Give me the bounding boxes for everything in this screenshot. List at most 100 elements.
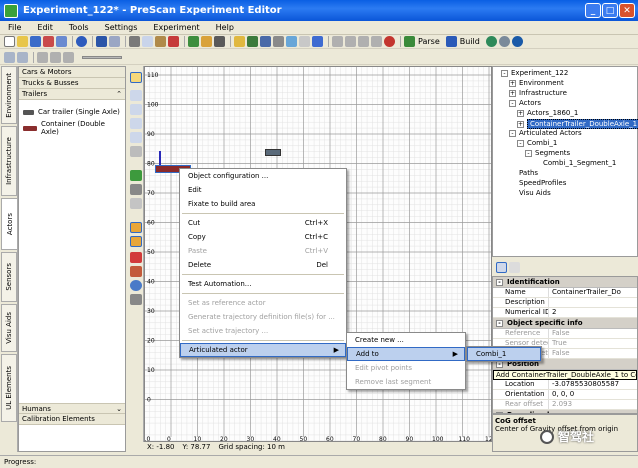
categorized-icon[interactable] bbox=[496, 261, 507, 273]
gray-4-icon[interactable] bbox=[371, 36, 382, 47]
tree-node[interactable]: - Articulated Actors bbox=[509, 129, 582, 137]
redo-icon[interactable] bbox=[109, 36, 120, 47]
zoom-in-icon[interactable] bbox=[130, 90, 142, 101]
menu-item[interactable]: Fixate to build area bbox=[180, 197, 346, 211]
globe-icon[interactable] bbox=[485, 36, 497, 47]
collapse-icon[interactable]: - bbox=[496, 278, 503, 286]
menu-experiment[interactable]: Experiment bbox=[145, 23, 207, 32]
open-icon[interactable] bbox=[17, 36, 28, 47]
pencil-icon[interactable] bbox=[234, 36, 245, 47]
gray-3-icon[interactable] bbox=[358, 36, 369, 47]
tree-node[interactable]: - Combi_1 bbox=[517, 139, 557, 147]
copy-icon[interactable] bbox=[142, 36, 153, 47]
new-icon[interactable] bbox=[4, 36, 15, 47]
marker-icon[interactable] bbox=[130, 252, 142, 263]
globe-tool-icon[interactable] bbox=[130, 280, 142, 291]
alphabetical-sort-icon[interactable] bbox=[509, 261, 520, 273]
property-section[interactable]: - Identification bbox=[493, 277, 637, 288]
stop-icon[interactable] bbox=[63, 51, 74, 63]
save-all-icon[interactable] bbox=[56, 36, 67, 47]
tab-infrastructure[interactable]: Infrastructure bbox=[1, 126, 17, 196]
view-icon[interactable] bbox=[286, 36, 297, 47]
expand-icon[interactable]: + bbox=[517, 109, 524, 117]
property-value[interactable] bbox=[549, 298, 637, 307]
collapse-icon[interactable]: - bbox=[509, 99, 516, 107]
property-value[interactable]: ContainerTrailer_Do bbox=[549, 288, 637, 297]
build-icon[interactable] bbox=[445, 36, 457, 47]
tab-actors[interactable]: Actors bbox=[1, 198, 17, 250]
property-row[interactable]: Name ContainerTrailer_Do bbox=[493, 288, 637, 298]
settings-icon[interactable] bbox=[214, 36, 225, 47]
tree-node[interactable]: Paths bbox=[509, 169, 538, 177]
delete-icon[interactable] bbox=[168, 36, 179, 47]
cloud-icon[interactable] bbox=[299, 36, 310, 47]
parse-icon[interactable] bbox=[404, 36, 415, 47]
tree-node[interactable]: Visu Aids bbox=[509, 189, 551, 197]
build-button[interactable]: Build bbox=[460, 37, 480, 46]
chevron-up-icon[interactable]: ⌃ bbox=[116, 89, 122, 99]
actor-car[interactable] bbox=[265, 149, 281, 156]
menu-item[interactable]: Copy Ctrl+C bbox=[180, 230, 346, 244]
category-cars[interactable]: Cars & Motors bbox=[19, 67, 125, 78]
category-humans[interactable]: Humans ⌄ bbox=[19, 403, 125, 414]
chart-icon[interactable] bbox=[247, 36, 258, 47]
menu-item[interactable]: Test Automation... bbox=[180, 277, 346, 291]
path-icon[interactable] bbox=[130, 170, 142, 181]
tree-node[interactable]: + Actors_1860_1 bbox=[517, 109, 578, 117]
zoom-fit-icon[interactable] bbox=[130, 118, 142, 129]
save-icon[interactable] bbox=[30, 36, 41, 47]
step-back-icon[interactable] bbox=[17, 51, 28, 63]
chevron-down-icon[interactable]: ⌄ bbox=[116, 404, 122, 413]
route-icon[interactable] bbox=[130, 266, 142, 277]
property-value[interactable]: 0, 0, 0 bbox=[549, 390, 637, 399]
collapse-icon[interactable]: - bbox=[517, 139, 524, 147]
run-icon[interactable] bbox=[498, 36, 510, 47]
menu-item[interactable]: Add to ▶ bbox=[347, 347, 465, 361]
property-row[interactable]: Numerical ID 2 bbox=[493, 308, 637, 318]
bug-icon[interactable] bbox=[384, 36, 395, 47]
property-value[interactable]: -3.0785530805587 bbox=[549, 380, 637, 389]
pause-icon[interactable] bbox=[50, 51, 61, 63]
pan-icon[interactable] bbox=[130, 146, 142, 157]
curve-icon[interactable] bbox=[130, 184, 142, 195]
close-file-icon[interactable] bbox=[43, 36, 54, 47]
grid-icon[interactable] bbox=[188, 36, 199, 47]
property-row[interactable]: Location -3.0785530805587 bbox=[493, 380, 637, 390]
tree-node[interactable]: - Actors bbox=[509, 99, 541, 107]
tree-node[interactable]: Combi_1_Segment_1 bbox=[533, 159, 616, 167]
table-icon[interactable] bbox=[260, 36, 271, 47]
collapse-icon[interactable]: - bbox=[501, 69, 508, 77]
speed-slider[interactable] bbox=[82, 55, 122, 59]
tab-ul-elements[interactable]: UL Elements bbox=[1, 354, 17, 422]
menu-tools[interactable]: Tools bbox=[61, 23, 97, 32]
library-item-container[interactable]: Container (Double Axle) bbox=[19, 120, 125, 136]
camera-icon[interactable] bbox=[273, 36, 284, 47]
category-calibration[interactable]: Calibration Elements bbox=[19, 414, 125, 425]
property-row[interactable]: Reference False bbox=[493, 329, 637, 339]
collapse-icon[interactable]: - bbox=[496, 319, 503, 327]
web-icon[interactable] bbox=[511, 36, 523, 47]
menu-item[interactable]: Object configuration ... bbox=[180, 169, 346, 183]
zoom-window-icon[interactable] bbox=[130, 132, 142, 143]
tree-node[interactable]: + ContainerTrailer_DoubleAxle_1 bbox=[517, 119, 638, 129]
menu-item[interactable]: Edit bbox=[180, 183, 346, 197]
collapse-icon[interactable]: - bbox=[525, 149, 532, 157]
segment-icon[interactable] bbox=[130, 198, 142, 209]
undo-icon[interactable] bbox=[96, 36, 107, 47]
property-value[interactable]: 2.093 bbox=[549, 400, 637, 409]
expand-icon[interactable]: + bbox=[509, 89, 516, 97]
rewind-icon[interactable] bbox=[4, 51, 15, 63]
library-item-car-trailer[interactable]: Car trailer (Single Axle) bbox=[19, 104, 125, 120]
property-row[interactable]: Rear offset 2.093 bbox=[493, 400, 637, 410]
tab-sensors[interactable]: Sensors bbox=[1, 252, 17, 302]
wrench-icon[interactable] bbox=[201, 36, 212, 47]
expand-icon[interactable]: + bbox=[509, 79, 516, 87]
menu-item[interactable]: Combi_1 bbox=[467, 347, 541, 361]
road-icon[interactable] bbox=[312, 36, 323, 47]
tree-node[interactable]: - Segments bbox=[525, 149, 570, 157]
menu-settings[interactable]: Settings bbox=[97, 23, 146, 32]
parse-button[interactable]: Parse bbox=[418, 37, 440, 46]
menu-help[interactable]: Help bbox=[208, 23, 242, 32]
property-row[interactable]: Orientation 0, 0, 0 bbox=[493, 390, 637, 400]
category-trailers[interactable]: Trailers ⌃ bbox=[19, 89, 125, 100]
